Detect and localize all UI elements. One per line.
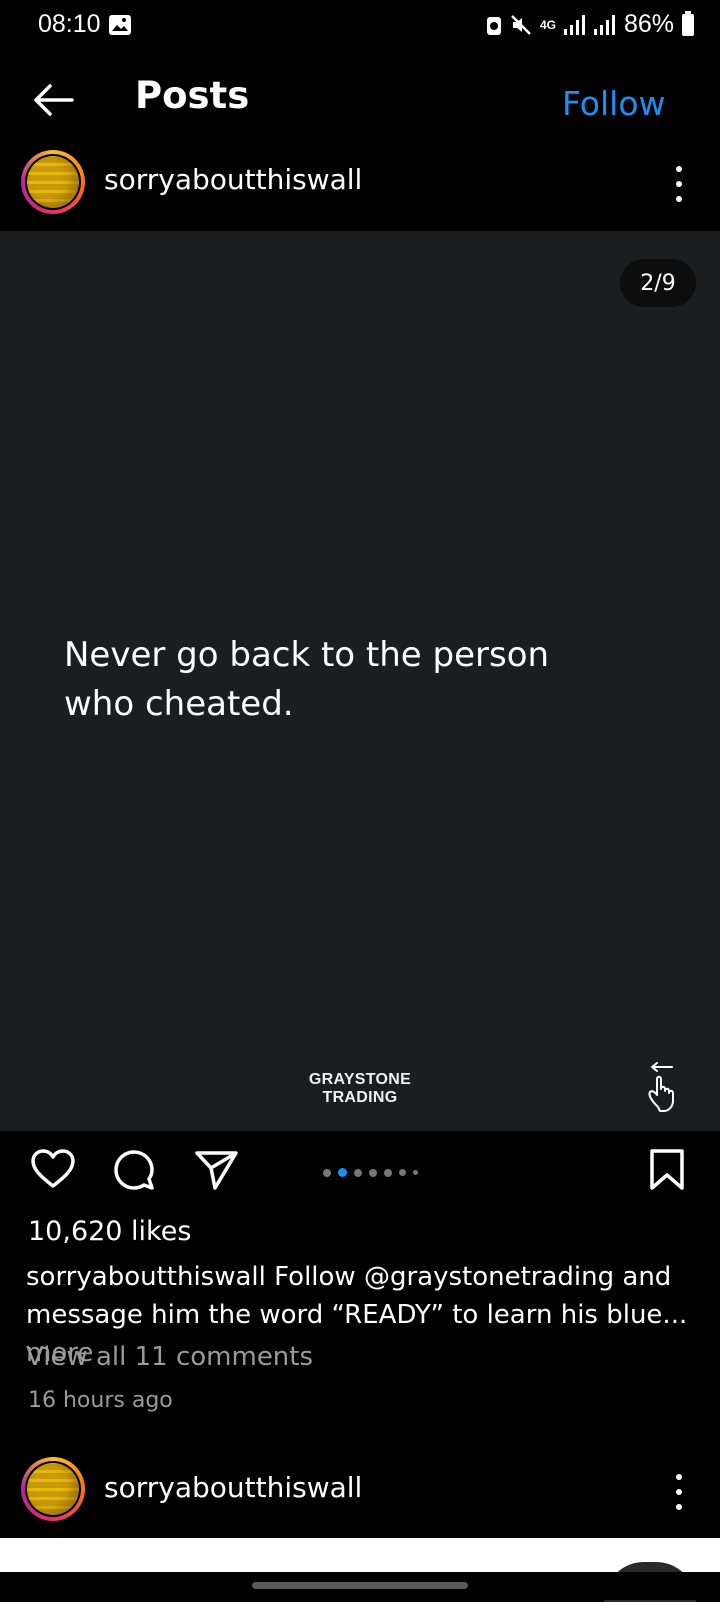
save-bookmark-icon[interactable] [648, 1148, 688, 1192]
carousel-indicator [323, 1168, 418, 1177]
follow-button[interactable]: Follow [562, 84, 666, 123]
page-counter: 2/9 [620, 259, 696, 307]
post-timestamp: 16 hours ago [28, 1388, 173, 1413]
carousel-dot [384, 1168, 392, 1177]
next-post-avatar[interactable] [21, 1457, 85, 1521]
carousel-dot [399, 1169, 406, 1176]
view-comments-link[interactable]: View all 11 comments [26, 1342, 313, 1372]
post-quote-text: Never go back to the person who cheated. [64, 635, 550, 724]
back-arrow-icon[interactable] [30, 80, 76, 120]
carousel-dot [323, 1168, 331, 1177]
more-options-icon[interactable] [674, 166, 684, 202]
battery-level: 86% [623, 10, 674, 38]
brand-line-2: TRADING [322, 1089, 398, 1106]
post-actions [0, 1148, 720, 1198]
author-username[interactable]: sorryaboutthiswall [104, 163, 362, 196]
page-title: Posts [135, 74, 250, 117]
mute-icon [511, 14, 531, 35]
gallery-notification-icon [109, 15, 131, 35]
battery-icon [682, 10, 694, 36]
share-send-icon[interactable] [194, 1148, 240, 1192]
brand-watermark: GRAYSTONE TRADING [0, 1071, 720, 1107]
next-post-more-options-icon[interactable] [674, 1474, 684, 1510]
post-image[interactable]: 2/9 Never go back to the person who chea… [0, 231, 720, 1131]
status-indicators: 4G 86% [486, 10, 694, 39]
carousel-dot [369, 1168, 377, 1177]
signal-icon-2 [593, 14, 615, 35]
carousel-dot-active [338, 1168, 347, 1177]
carousel-dot [354, 1168, 362, 1177]
data-saver-icon [486, 16, 501, 35]
like-heart-icon[interactable] [30, 1148, 76, 1190]
swipe-hand-icon [648, 1062, 674, 1112]
caption-author[interactable]: sorryaboutthiswall [26, 1262, 266, 1292]
network-type: 4G [539, 17, 556, 32]
likes-count[interactable]: 10,620 likes [28, 1216, 191, 1247]
carousel-dot [413, 1170, 418, 1175]
next-post-username[interactable]: sorryaboutthiswall [104, 1471, 362, 1504]
comment-icon[interactable] [112, 1148, 158, 1194]
status-time: 08:10 [38, 10, 101, 38]
brand-line-1: GRAYSTONE [308, 1071, 412, 1088]
author-avatar[interactable] [21, 150, 85, 214]
home-gesture-handle[interactable] [252, 1582, 468, 1589]
signal-icon-1 [563, 14, 585, 35]
